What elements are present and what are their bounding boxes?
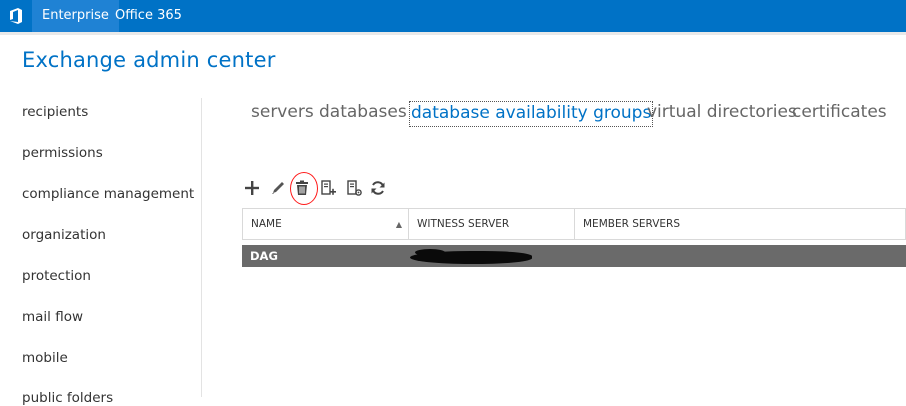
sidebar-item-organization[interactable]: organization bbox=[22, 227, 106, 243]
manage-membership-icon bbox=[347, 179, 362, 196]
pencil-icon bbox=[272, 182, 284, 194]
column-header-name[interactable]: NAME ▲ bbox=[243, 209, 409, 240]
sort-ascending-icon: ▲ bbox=[395, 220, 402, 229]
sidebar-item-compliance-management[interactable]: compliance management bbox=[22, 186, 194, 202]
add-server-icon bbox=[321, 179, 336, 195]
sidebar-item-mail-flow[interactable]: mail flow bbox=[22, 309, 83, 325]
add-server-button[interactable] bbox=[318, 178, 338, 198]
page-title: Exchange admin center bbox=[22, 48, 276, 72]
column-header-witness-server[interactable]: WITNESS SERVER bbox=[409, 209, 575, 240]
plus-icon bbox=[245, 181, 259, 195]
refresh-icon bbox=[371, 181, 385, 195]
column-header-label: NAME bbox=[251, 218, 282, 230]
topbar-divider bbox=[0, 32, 906, 35]
sidebar-item-protection[interactable]: protection bbox=[22, 268, 91, 284]
refresh-button[interactable] bbox=[368, 178, 388, 198]
top-nav-bar: Enterprise Office 365 bbox=[0, 0, 906, 32]
sidebar-item-mobile[interactable]: mobile bbox=[22, 350, 68, 366]
sidebar-divider bbox=[201, 98, 202, 397]
new-button[interactable] bbox=[242, 178, 262, 198]
sidebar-item-public-folders[interactable]: public folders bbox=[22, 390, 113, 406]
dag-table: NAME ▲ WITNESS SERVER MEMBER SERVERS DAG bbox=[242, 208, 906, 267]
column-header-label: WITNESS SERVER bbox=[417, 218, 510, 230]
table-header: NAME ▲ WITNESS SERVER MEMBER SERVERS bbox=[242, 208, 906, 240]
sidebar-item-recipients[interactable]: recipients bbox=[22, 104, 88, 120]
sidebar-item-permissions[interactable]: permissions bbox=[22, 145, 103, 161]
tab-servers[interactable]: servers bbox=[251, 101, 314, 127]
edit-button[interactable] bbox=[268, 178, 288, 198]
office-logo-icon[interactable] bbox=[0, 0, 32, 32]
tab-virtual-directories[interactable]: virtual directories bbox=[647, 101, 797, 127]
redaction-mark bbox=[415, 249, 445, 256]
tab-databases[interactable]: databases bbox=[319, 101, 407, 127]
tab-database-availability-groups[interactable]: database availability groups bbox=[409, 101, 654, 127]
column-header-member-servers[interactable]: MEMBER SERVERS bbox=[575, 209, 906, 240]
table-row[interactable]: DAG bbox=[242, 245, 906, 267]
tab-office-365[interactable]: Office 365 bbox=[105, 0, 192, 32]
manage-membership-button[interactable] bbox=[344, 178, 364, 198]
tab-certificates[interactable]: certificates bbox=[792, 101, 887, 127]
cell-name: DAG bbox=[250, 249, 278, 263]
column-header-label: MEMBER SERVERS bbox=[583, 218, 681, 230]
red-annotation-circle bbox=[290, 172, 318, 205]
